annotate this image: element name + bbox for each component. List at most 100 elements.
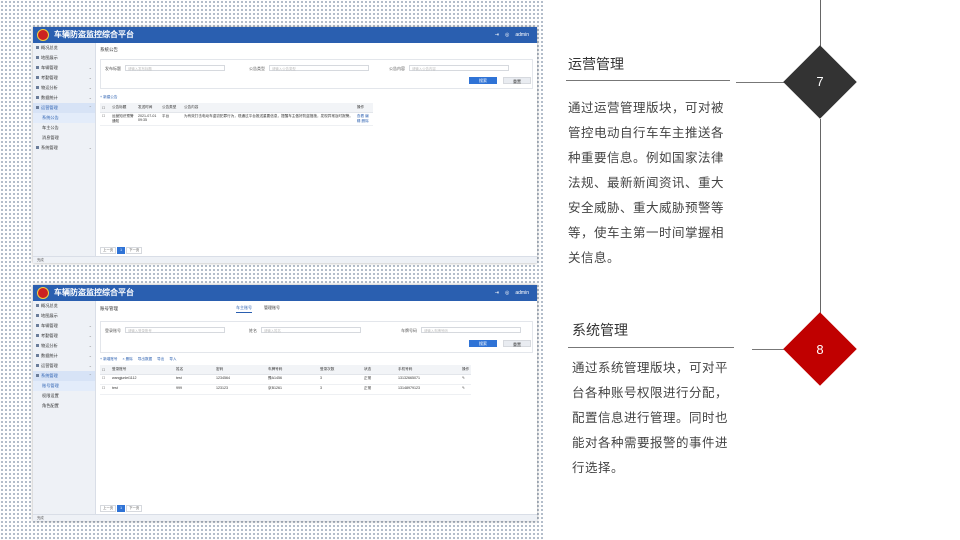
cell-plate: 豫A1456 — [266, 374, 318, 385]
export-data-button[interactable]: 导出数据 — [138, 357, 152, 362]
checkbox-header[interactable]: ☐ — [100, 365, 110, 375]
checkbox-header[interactable]: ☐ — [100, 103, 110, 113]
menu-icon — [36, 314, 39, 318]
menu-icon — [36, 66, 39, 70]
tab-admin-accounts[interactable]: 管理账号 — [264, 305, 280, 311]
step-8-number: 8 — [816, 342, 824, 357]
row-checkbox[interactable]: ☐ — [100, 384, 110, 395]
row-checkbox[interactable]: ☐ — [100, 112, 110, 126]
chevron-down-icon: ⌄ — [88, 323, 92, 328]
delete-button[interactable]: × 删除 — [122, 357, 132, 362]
chevron-up-icon: ⌃ — [88, 373, 92, 378]
filter-label: 姓名 — [249, 328, 257, 333]
account-table: ☐ 登录账号 姓名 密码 车牌号码 登录次数 状态 手机号码 操作 ☐ wang… — [100, 365, 472, 395]
edit-icon[interactable]: ✎ — [460, 374, 472, 385]
sidebar-item[interactable]: 数据统计 ⌄ — [33, 351, 95, 361]
sidebar-subitem[interactable]: 角色配置 — [33, 401, 95, 411]
prev-page-button[interactable]: 上一页 — [100, 505, 117, 512]
sidebar-item[interactable]: 地图展示 — [33, 311, 95, 321]
app-title: 车辆防盗监控综合平台 — [54, 30, 134, 39]
type-input[interactable]: 请输入公告类型 — [269, 65, 369, 71]
search-button[interactable]: 搜索 — [469, 340, 497, 347]
column-header: 发送时间 — [136, 103, 160, 113]
notice-table: ☐ 公告标题 发送时间 公告类型 公告内容 操作 ☐ 运营知识预警通知 2021… — [100, 103, 373, 126]
status-bar: 完成 — [33, 256, 537, 263]
sidebar-item[interactable]: 数据统计 ⌄ — [33, 93, 95, 103]
pagination: 上一页 1 下一页 — [100, 505, 143, 512]
cell-phone: 13132665071 — [396, 374, 460, 385]
filter-panel: 登录账号 请输入登录账号 姓名 请输入姓名 车牌号码 请输入车牌号码 搜索 重置 — [100, 321, 533, 353]
sidebar-item[interactable]: 物运分析 ⌄ — [33, 83, 95, 93]
cell-logins: 3 — [318, 384, 362, 395]
table-row[interactable]: ☐ test 999 123123 京B1261 3 正常 1314897912… — [100, 384, 472, 395]
logout-icon[interactable]: ⇥ — [495, 30, 499, 40]
menu-icon — [36, 106, 39, 110]
user-avatar-icon[interactable]: ◎ — [505, 288, 509, 298]
sidebar: 概况总览 地图展示 车辆管理 ⌄ 考勤管理 ⌄ 物运分析 ⌄ 数据统计 ⌄ 运营管理 ⌃ … — [33, 43, 96, 257]
import-button[interactable]: 导入 — [169, 357, 176, 362]
username[interactable]: admin — [515, 30, 529, 40]
sidebar-item[interactable]: 物运分析 ⌄ — [33, 341, 95, 351]
title-input[interactable]: 请输入发布标题 — [125, 65, 225, 71]
menu-icon — [36, 56, 39, 60]
table-row[interactable]: ☐ wangjunlei1112 test 1234564 豫A1456 3 正… — [100, 374, 472, 385]
edit-icon[interactable]: ✎ — [460, 384, 472, 395]
prev-page-button[interactable]: 上一页 — [100, 247, 117, 254]
sidebar-subitem[interactable]: 系统公告 — [33, 113, 95, 123]
tab-owner-accounts[interactable]: 车主账号 — [236, 305, 252, 313]
column-header: 公告类型 — [160, 103, 182, 113]
cell-status: 正常 — [362, 374, 396, 385]
cell-plate: 京B1261 — [266, 384, 318, 395]
row-actions[interactable]: 查看 编辑 删除 — [354, 112, 373, 126]
sidebar-item[interactable]: 车辆管理 ⌄ — [33, 321, 95, 331]
screenshot-system-management: 车辆防盗监控综合平台 ⇥ ◎ admin 概况总览 地图展示 车辆管理 ⌄ 考勤管… — [33, 285, 537, 521]
sidebar-item[interactable]: 考勤管理 ⌄ — [33, 73, 95, 83]
sidebar-item[interactable]: 概况总览 — [33, 43, 95, 53]
row-checkbox[interactable]: ☐ — [100, 374, 110, 385]
user-avatar-icon[interactable]: ◎ — [505, 30, 509, 40]
sidebar-item[interactable]: 地图展示 — [33, 53, 95, 63]
chevron-down-icon: ⌄ — [88, 95, 92, 100]
content-input[interactable]: 请输入公告内容 — [409, 65, 509, 71]
menu-icon — [36, 46, 39, 50]
plate-input[interactable]: 请输入车牌号码 — [421, 327, 521, 333]
menu-icon — [36, 374, 39, 378]
next-page-button[interactable]: 下一页 — [126, 505, 143, 512]
sidebar-item[interactable]: 考勤管理 ⌄ — [33, 331, 95, 341]
sidebar-subitem[interactable]: 车主公告 — [33, 123, 95, 133]
sidebar-item-operation[interactable]: 运营管理 ⌃ — [33, 103, 95, 113]
menu-icon — [36, 344, 39, 348]
sidebar-subitem[interactable]: 消息管理 — [33, 133, 95, 143]
account-input[interactable]: 请输入登录账号 — [125, 327, 225, 333]
search-button[interactable]: 搜索 — [469, 77, 497, 84]
chevron-down-icon: ⌄ — [88, 65, 92, 70]
export-button[interactable]: 导出 — [157, 357, 164, 362]
next-page-button[interactable]: 下一页 — [126, 247, 143, 254]
cell-status: 正常 — [362, 384, 396, 395]
filter-label: 公告类型 — [249, 66, 265, 71]
username[interactable]: admin — [515, 288, 529, 298]
chevron-down-icon: ⌄ — [88, 145, 92, 150]
table-row[interactable]: ☐ 运营知识预警通知 2021-07-01 09:35 平台 为有效打击电动车盗… — [100, 112, 373, 126]
breadcrumb: 账号管理 — [100, 306, 118, 311]
reset-button[interactable]: 重置 — [503, 340, 531, 347]
add-account-button[interactable]: + 新增账号 — [100, 357, 117, 362]
sidebar-subitem[interactable]: 账号管理 — [33, 381, 95, 391]
menu-icon — [36, 76, 39, 80]
sidebar-item-system[interactable]: 系统管理 ⌃ — [33, 371, 95, 381]
sidebar-subitem[interactable]: 权限设置 — [33, 391, 95, 401]
sidebar-item[interactable]: 系统管理 ⌄ — [33, 143, 95, 153]
add-notice-button[interactable]: + 新建公告 — [100, 95, 117, 100]
sidebar-item[interactable]: 概况总览 — [33, 301, 95, 311]
notice-time: 2021-07-01 09:35 — [136, 112, 160, 126]
menu-icon — [36, 86, 39, 90]
sidebar-item[interactable]: 车辆管理 ⌄ — [33, 63, 95, 73]
reset-button[interactable]: 重置 — [503, 77, 531, 84]
section-8-title: 系统管理 — [572, 322, 628, 338]
name-input[interactable]: 请输入姓名 — [261, 327, 361, 333]
sidebar-item[interactable]: 运营管理 ⌄ — [33, 361, 95, 371]
logout-icon[interactable]: ⇥ — [495, 288, 499, 298]
page-number[interactable]: 1 — [117, 505, 126, 512]
chevron-down-icon: ⌄ — [88, 333, 92, 338]
page-number[interactable]: 1 — [117, 247, 126, 254]
